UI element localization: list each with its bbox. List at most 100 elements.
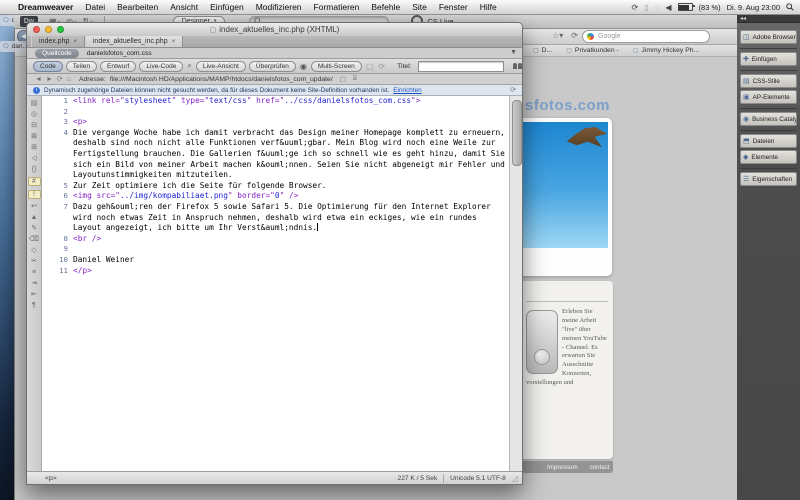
split-view-button[interactable]: Teilen bbox=[66, 61, 97, 72]
code-navigator-icon[interactable]: ◎ bbox=[29, 111, 40, 118]
syntax-error-alerts-icon[interactable]: ▲ bbox=[29, 214, 40, 221]
site-heading: sfotos.com bbox=[525, 97, 610, 114]
stop-icon[interactable]: ▢ bbox=[340, 75, 346, 83]
back-icon[interactable]: ◄ bbox=[35, 76, 42, 83]
bookmark-item[interactable]: ▢Jimmy Hickey Ph... bbox=[633, 47, 699, 54]
recent-snippets-icon[interactable]: ✂ bbox=[29, 258, 40, 265]
spotlight-search-icon[interactable] bbox=[786, 3, 794, 11]
address-url[interactable]: file:///Macintosh HD/Applications/MAMP/h… bbox=[110, 76, 333, 83]
format-source-icon[interactable]: ¶ bbox=[29, 302, 40, 309]
dock-header[interactable]: ◂◂ bbox=[737, 14, 800, 23]
menu-item-fenster[interactable]: Fenster bbox=[439, 2, 468, 12]
menu-item-befehle[interactable]: Befehle bbox=[371, 2, 400, 12]
indent-code-icon[interactable]: ⇥ bbox=[29, 280, 40, 287]
browser-search-field[interactable]: Google bbox=[582, 30, 710, 43]
apply-comment-icon[interactable]: ✎ bbox=[29, 225, 40, 232]
resize-grip[interactable]: ◿ bbox=[512, 474, 518, 483]
line-numbers-icon[interactable]: # bbox=[28, 177, 41, 186]
visual-aids-icon[interactable]: ▢ bbox=[366, 62, 374, 71]
menu-item-hilfe[interactable]: Hilfe bbox=[480, 2, 497, 12]
remove-comment-icon[interactable]: ⌫ bbox=[29, 236, 40, 243]
code-segment: " border=" bbox=[228, 191, 275, 200]
select-parent-tag-icon[interactable]: ◁ bbox=[29, 155, 40, 162]
footer-link[interactable]: Impressum bbox=[547, 464, 578, 471]
live-view-button[interactable]: Live-Ansicht bbox=[196, 61, 246, 72]
scrollbar-thumb[interactable] bbox=[512, 100, 522, 166]
code-view-button[interactable]: Code bbox=[33, 61, 63, 72]
move-css-icon[interactable]: ≡ bbox=[29, 269, 40, 276]
menu-item-modifizieren[interactable]: Modifizieren bbox=[256, 2, 302, 12]
reload-icon[interactable]: ⟳ bbox=[571, 31, 578, 40]
check-browser-button[interactable]: Überprüfen bbox=[249, 61, 296, 72]
code-editor[interactable]: 1<link rel="stylesheet" type="text/css" … bbox=[42, 96, 509, 471]
battery-icon[interactable] bbox=[678, 3, 693, 11]
source-code-button[interactable]: Quellcode bbox=[35, 49, 79, 58]
menu-item-formatieren[interactable]: Formatieren bbox=[314, 2, 360, 12]
collapse-full-tag-icon[interactable]: ⊟ bbox=[29, 122, 40, 129]
live-code-button[interactable]: Live-Code bbox=[139, 61, 183, 72]
outdent-code-icon[interactable]: ⇤ bbox=[29, 291, 40, 298]
code-line: 4Die vergange Woche habe ich damit verbr… bbox=[42, 128, 509, 181]
multiscreen-button[interactable]: Multi-Screen bbox=[311, 61, 362, 72]
highlight-invalid-code-icon[interactable]: ! bbox=[28, 190, 41, 199]
display-icon[interactable]: ▯ bbox=[644, 3, 648, 12]
bookmark-item[interactable]: ▢D... bbox=[533, 47, 552, 54]
preview-icon[interactable]: ⌸ bbox=[353, 75, 357, 83]
page-title-input[interactable] bbox=[418, 61, 504, 72]
panel-business-catalyst[interactable]: ◉Business Catalyst bbox=[740, 112, 797, 126]
desktop-item[interactable]: 🗨dan... bbox=[0, 41, 28, 52]
chat-bubble-icon: 🗨 bbox=[2, 17, 10, 24]
info-refresh-icon[interactable]: ⟳ bbox=[510, 86, 516, 94]
code-text: Dazu geh&ouml;ren der Firefox 5 sowie Sa… bbox=[73, 202, 509, 234]
home-icon[interactable]: ⌂ bbox=[67, 76, 71, 83]
expand-all-icon[interactable]: ⊞ bbox=[29, 144, 40, 151]
tag-selector[interactable]: <p> bbox=[45, 475, 57, 482]
encoding-status[interactable]: Unicode 5.1 UTF-8 bbox=[450, 475, 506, 482]
file-management-icon[interactable] bbox=[512, 63, 522, 69]
panel-einfuegen[interactable]: ✚Einfügen bbox=[740, 52, 797, 66]
inspect-icon[interactable]: ⌕ bbox=[187, 61, 191, 71]
panel-adobe-browserlab[interactable]: ◫Adobe BrowserLab bbox=[740, 30, 797, 44]
timemachine-icon[interactable]: ◌ bbox=[655, 3, 660, 12]
document-window[interactable]: ▢index_aktuelles_inc.php (XHTML) index.p… bbox=[26, 22, 523, 485]
menu-item-site[interactable]: Site bbox=[412, 2, 427, 12]
tab-close-icon[interactable]: × bbox=[73, 39, 77, 45]
code-line: 1<link rel="stylesheet" type="text/css" … bbox=[42, 96, 509, 107]
panel-eigenschaften[interactable]: ☰Eigenschaften bbox=[740, 172, 797, 186]
refresh-design-icon[interactable]: ⟳ bbox=[378, 62, 385, 71]
expand-panels-icon[interactable]: ◂◂ bbox=[740, 15, 746, 22]
panel-dateien[interactable]: ⬒Dateien bbox=[740, 134, 797, 148]
forward-icon[interactable]: ► bbox=[46, 76, 53, 83]
tab-close-icon[interactable]: × bbox=[172, 39, 176, 45]
filter-icon[interactable]: ▼ bbox=[510, 49, 517, 56]
bookmark-star-icon[interactable]: ☆▾ bbox=[552, 31, 563, 40]
tab-index-aktuelles-inc-php[interactable]: index_aktuelles_inc.php× bbox=[85, 36, 183, 47]
menu-app-name[interactable]: Dreamweaver bbox=[18, 2, 73, 12]
balance-braces-icon[interactable]: {} bbox=[29, 166, 40, 173]
window-titlebar[interactable]: ▢index_aktuelles_inc.php (XHTML) bbox=[27, 23, 522, 37]
panel-css-stile[interactable]: ▤CSS-Stile bbox=[740, 74, 797, 88]
design-view-button[interactable]: Entwurf bbox=[100, 61, 136, 72]
footer-link[interactable]: contact bbox=[590, 464, 610, 471]
refresh-icon[interactable]: ⟳ bbox=[57, 75, 63, 83]
panel-ap-elemente[interactable]: ▣AP-Elemente bbox=[740, 90, 797, 104]
bookmark-item[interactable]: ▢Privatkunden - bbox=[566, 47, 619, 54]
panel-elemente[interactable]: ◆Elemente bbox=[740, 150, 797, 164]
panel-label: Dateien bbox=[753, 138, 775, 145]
menu-item-bearbeiten[interactable]: Bearbeiten bbox=[117, 2, 158, 12]
collapse-selection-icon[interactable]: ⊠ bbox=[29, 133, 40, 140]
volume-icon[interactable]: ◀ bbox=[665, 3, 671, 12]
scrollbar[interactable] bbox=[509, 96, 522, 471]
open-documents-icon[interactable]: ▤ bbox=[29, 100, 40, 107]
related-css-file[interactable]: danielsfotos_com.css bbox=[87, 50, 152, 57]
menu-item-datei[interactable]: Datei bbox=[85, 2, 105, 12]
wrap-tag-icon[interactable]: ◇ bbox=[29, 247, 40, 254]
menu-clock[interactable]: Di. 9. Aug 23:00 bbox=[727, 3, 780, 12]
menu-item-einfügen[interactable]: Einfügen bbox=[210, 2, 244, 12]
tab-index-php[interactable]: index.php× bbox=[31, 36, 85, 47]
sync-icon[interactable]: ⟳ bbox=[632, 3, 639, 12]
check-page-icon[interactable]: ◉ bbox=[300, 62, 307, 71]
word-wrap-icon[interactable]: ↩ bbox=[29, 203, 40, 210]
site-setup-link[interactable]: Einrichten bbox=[393, 87, 421, 94]
menu-item-ansicht[interactable]: Ansicht bbox=[170, 2, 198, 12]
